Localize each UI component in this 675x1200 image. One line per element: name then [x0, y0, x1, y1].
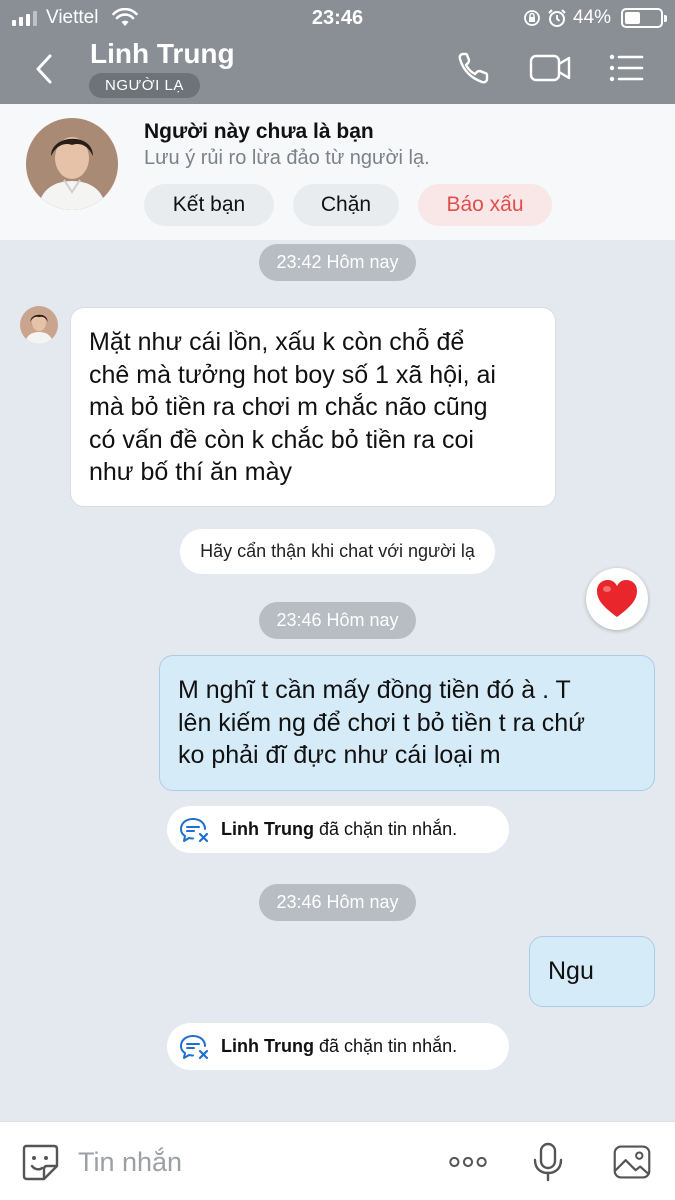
microphone-icon[interactable]	[528, 1142, 568, 1182]
notice-title: Người này chưa là bạn	[144, 120, 374, 143]
message-line: chê mà tưởng hot boy số 1 xã hội, ai	[89, 360, 496, 389]
add-friend-button[interactable]: Kết bạn	[144, 184, 274, 226]
menu-list-icon[interactable]	[604, 48, 648, 88]
timestamp-separator: 23:46 Hôm nay	[0, 884, 675, 921]
more-icon[interactable]	[448, 1142, 488, 1182]
incoming-message-bubble[interactable]: Mặt như cái lồn, xấu k còn chỗ để chê mà…	[70, 307, 556, 507]
stranger-badge: NGƯỜI LẠ	[89, 73, 200, 98]
message-line: Ngu	[548, 957, 594, 985]
outgoing-message-bubble[interactable]: M nghĩ t cần mấy đồng tiền đó à . T lên …	[159, 655, 655, 791]
message-line: như bố thí ăn mày	[89, 458, 292, 486]
outgoing-message-bubble[interactable]: Ngu	[529, 936, 655, 1007]
blocked-notice: Linh Trung đã chặn tin nhắn.	[167, 1023, 509, 1070]
report-button[interactable]: Báo xấu	[418, 184, 552, 226]
message-line: mà bỏ tiền ra chơi m chắc não cũng	[89, 393, 488, 421]
status-bar: Viettel 23:46 44%	[0, 6, 675, 30]
sticker-icon[interactable]	[20, 1142, 60, 1182]
caution-notice: Hãy cẩn thận khi chat với người lạ	[0, 529, 675, 574]
blocker-name: Linh Trung	[221, 819, 314, 839]
message-line: lên kiếm ng để chơi t bỏ tiền t ra chứ	[178, 708, 585, 737]
image-icon[interactable]	[612, 1142, 652, 1182]
message-input-bar	[0, 1121, 675, 1200]
message-line: Mặt như cái lồn, xấu k còn chỗ để	[89, 328, 465, 356]
contact-name[interactable]: Linh Trung	[90, 38, 235, 70]
stranger-warning-panel: Người này chưa là bạn Lưu ý rủi ro lừa đ…	[0, 104, 675, 240]
blocked-text: đã chặn tin nhắn.	[318, 819, 458, 839]
message-line: có vấn đề còn k chắc bỏ tiền ra coi	[89, 425, 474, 454]
message-input[interactable]	[78, 1144, 418, 1180]
message-line: M nghĩ t cần mấy đồng tiền đó à . T	[178, 676, 571, 704]
sender-avatar[interactable]	[20, 306, 58, 344]
video-call-icon[interactable]	[528, 48, 572, 88]
contact-avatar[interactable]	[26, 118, 118, 210]
status-right: 44%	[523, 7, 667, 29]
rotation-lock-icon	[524, 10, 540, 26]
notice-subtitle: Lưu ý rủi ro lừa đảo từ người lạ.	[144, 147, 430, 169]
blocked-message-icon	[180, 1034, 209, 1059]
battery-icon	[621, 8, 667, 28]
blocker-name: Linh Trung	[221, 1036, 314, 1056]
block-button[interactable]: Chặn	[293, 184, 399, 226]
alarm-icon	[548, 9, 566, 27]
blocked-notice: Linh Trung đã chặn tin nhắn.	[167, 806, 509, 853]
battery-percent: 44%	[572, 7, 611, 28]
timestamp-separator: 23:46 Hôm nay	[0, 602, 675, 639]
message-line: ko phải đĩ đực như cái loại m	[178, 741, 501, 769]
back-chevron-icon[interactable]	[30, 52, 60, 86]
chat-header: Viettel 23:46 44% Linh Trung NGƯỜI LẠ	[0, 0, 675, 104]
blocked-text: đã chặn tin nhắn.	[318, 1036, 458, 1056]
timestamp-separator: 23:42 Hôm nay	[0, 244, 675, 281]
phone-icon[interactable]	[454, 48, 498, 88]
blocked-message-icon	[180, 817, 209, 842]
